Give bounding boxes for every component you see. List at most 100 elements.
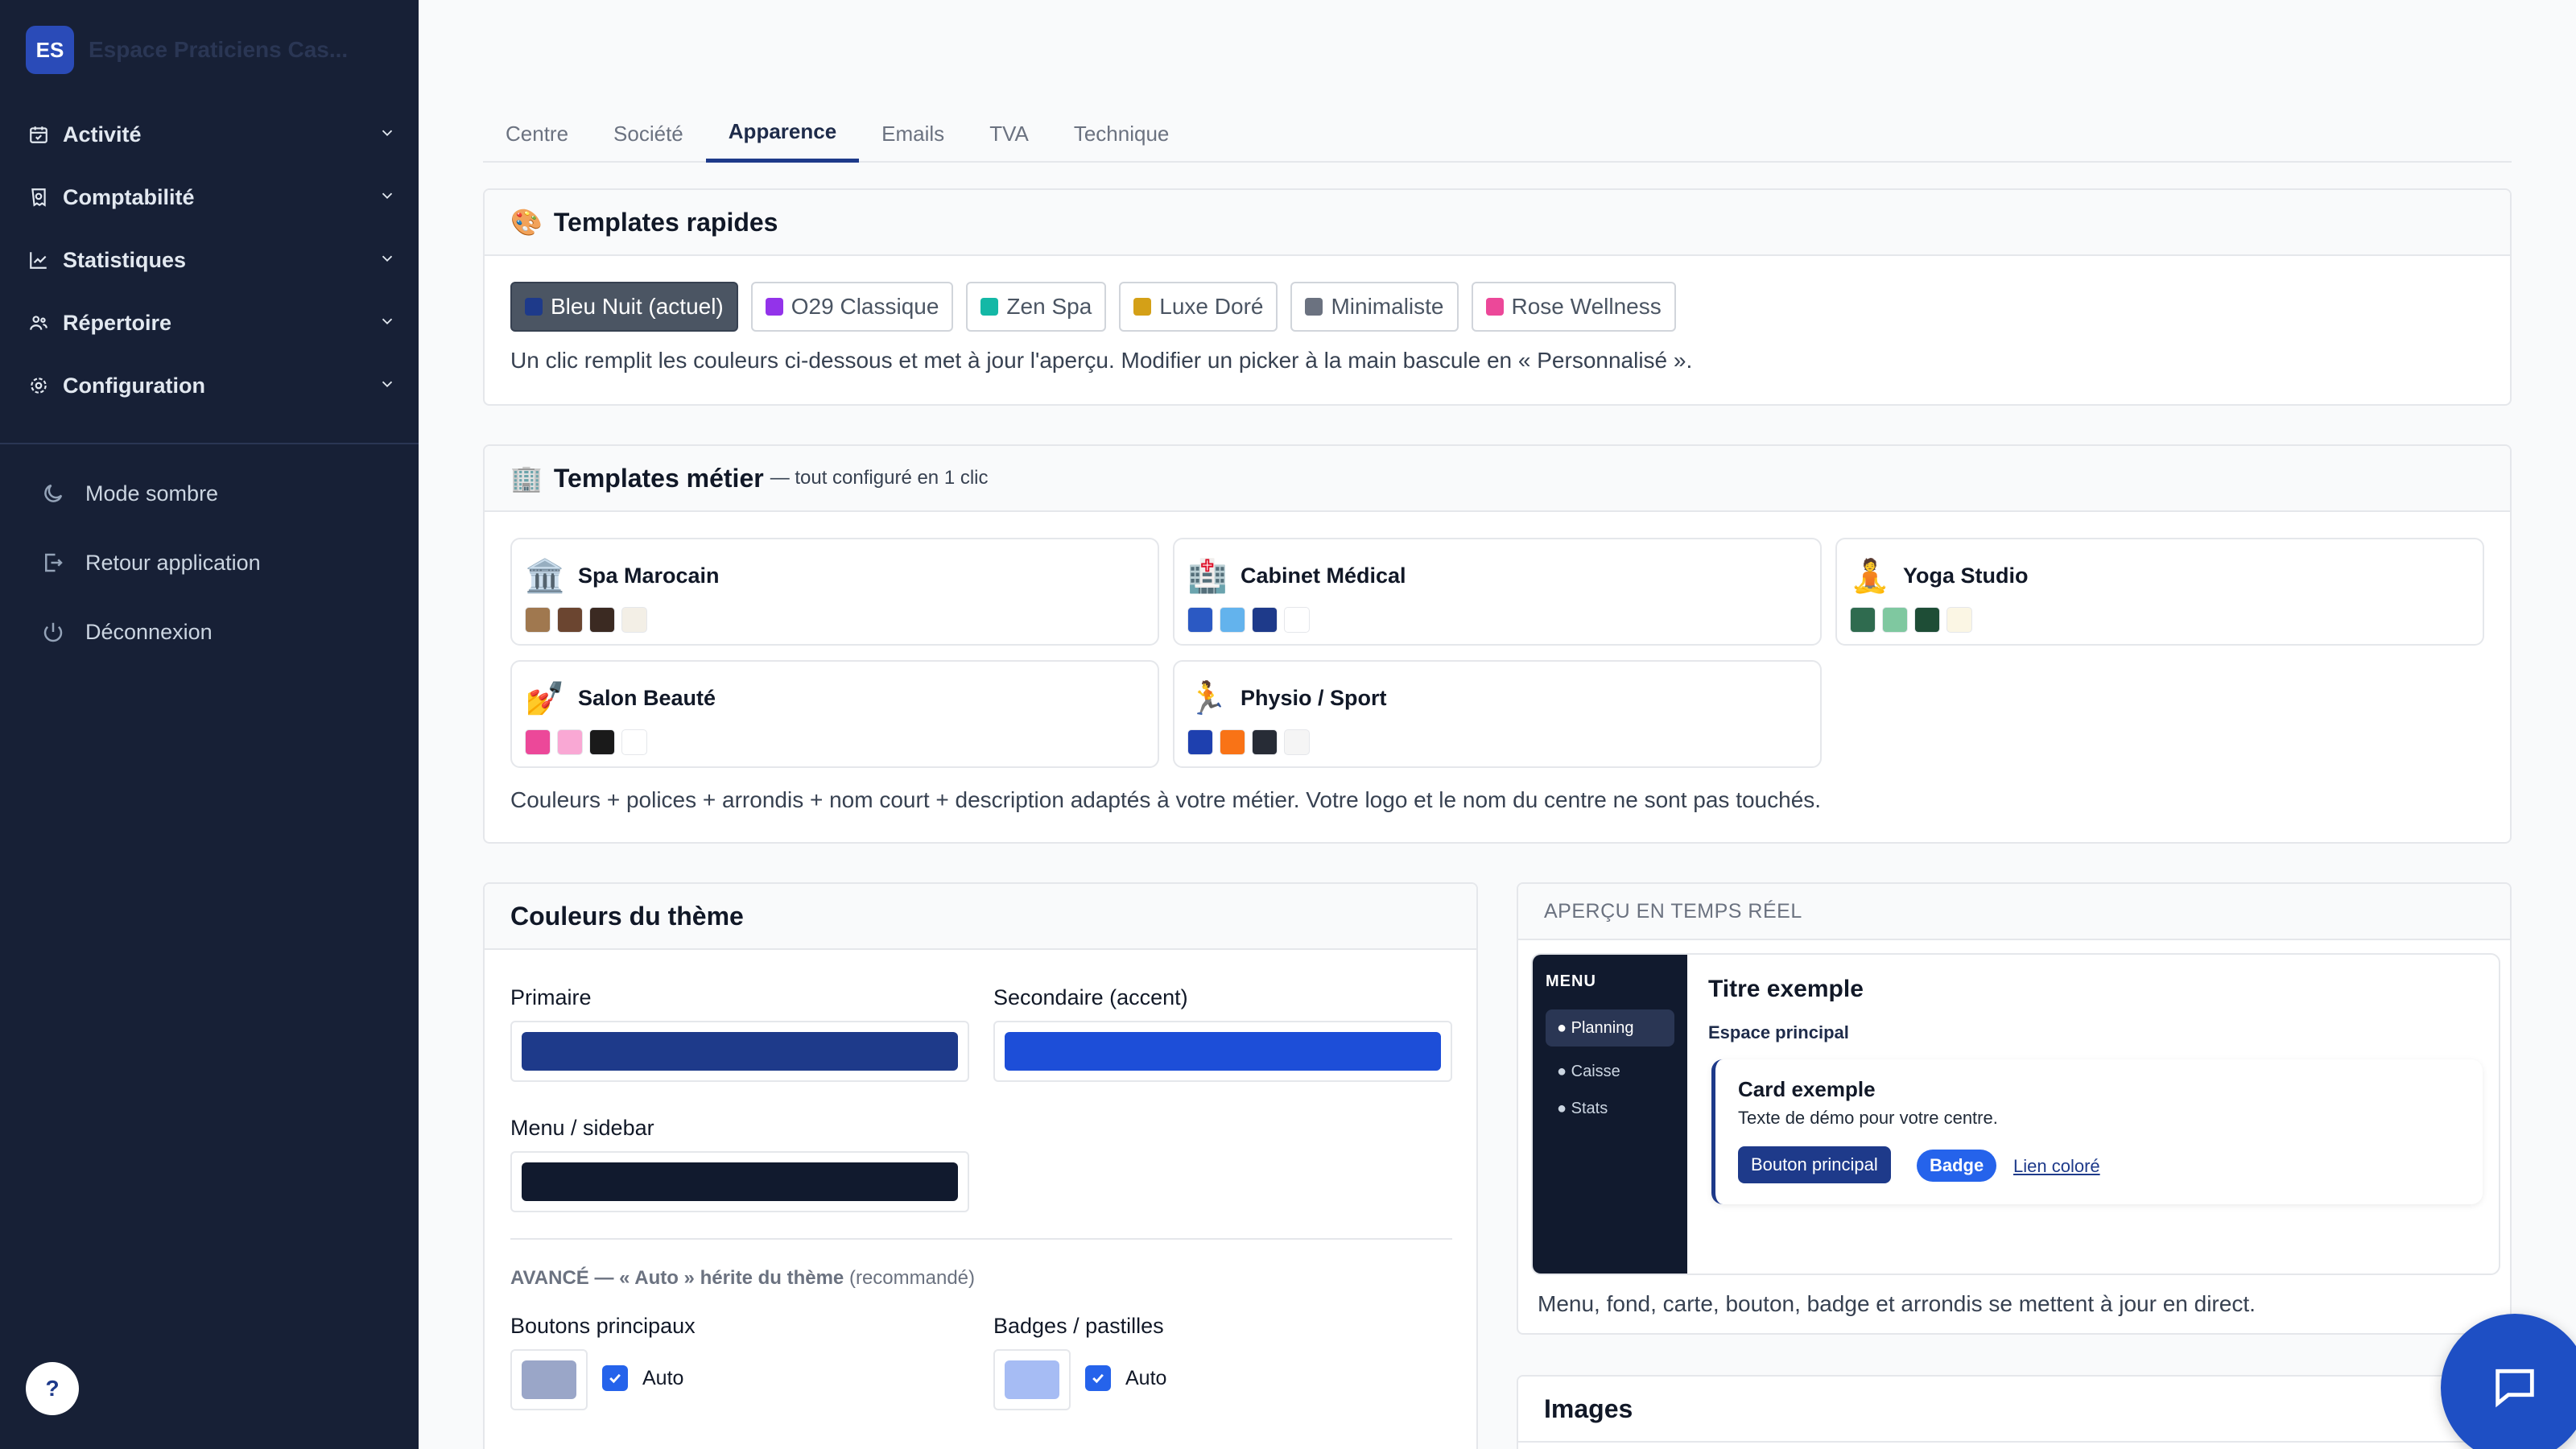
tab-centre[interactable]: Centre [483, 105, 591, 163]
yoga-icon: 🧘 [1850, 559, 1890, 594]
business-templates-header: 🏢 Templates métier — tout configuré en 1… [485, 446, 2510, 512]
images-title: Images [1544, 1393, 1633, 1423]
buttons-color-picker[interactable] [510, 1349, 588, 1410]
sidebar-item-comptabilite[interactable]: Comptabilité [26, 166, 396, 229]
chevron-down-icon [378, 248, 396, 273]
color-swatch [589, 607, 615, 633]
template-chip-bleu-nuit[interactable]: Bleu Nuit (actuel) [510, 282, 738, 332]
template-chip-label: O29 Classique [791, 294, 939, 319]
badges-color-label: Badges / pastilles [993, 1314, 1164, 1338]
color-swatch [621, 729, 647, 755]
theme-colors-title: Couleurs du thème [510, 901, 744, 931]
sidebar-nav: Activité Comptabilité Statistiques Réper… [26, 103, 396, 417]
badges-auto-checkbox[interactable]: Auto [1085, 1365, 1166, 1391]
moon-icon [39, 479, 68, 508]
sidebar-item-repertoire[interactable]: Répertoire [26, 291, 396, 354]
preview-link: Lien coloré [2013, 1156, 2100, 1176]
quick-templates-header: 🎨 Templates rapides [485, 190, 2510, 256]
business-template-physio-sport[interactable]: 🏃 Physio / Sport [1173, 660, 1822, 768]
brand[interactable]: ES Espace Praticiens Cas... [26, 26, 362, 74]
secondary-color-label: Secondaire (accent) [993, 985, 1188, 1009]
brand-logo: ES [26, 26, 74, 74]
preview-primary-button: Bouton principal [1738, 1146, 1891, 1183]
section-divider [510, 1238, 1452, 1240]
color-swatch [557, 729, 583, 755]
preview-menu-title: MENU [1546, 972, 1596, 990]
business-template-name: Spa Marocain [578, 564, 720, 588]
business-template-name: Salon Beauté [578, 686, 716, 710]
dark-mode-label: Mode sombre [85, 481, 219, 506]
business-template-name: Cabinet Médical [1241, 564, 1406, 588]
template-chip-label: Bleu Nuit (actuel) [551, 294, 724, 319]
template-chip-minimaliste[interactable]: Minimaliste [1290, 282, 1459, 332]
template-chip-label: Minimaliste [1331, 294, 1444, 319]
sidebar-footer: Mode sombre Retour application Déconnexi… [39, 459, 393, 667]
quick-templates-list: Bleu Nuit (actuel) O29 Classique Zen Spa… [510, 282, 1689, 332]
badges-color-fill [1005, 1360, 1059, 1399]
line-chart-icon [26, 247, 52, 273]
quick-templates-help: Un clic remplit les couleurs ci-dessous … [510, 348, 1693, 373]
preview-card: Card exemple Texte de démo pour votre ce… [1711, 1059, 2483, 1204]
template-chip-zen-spa[interactable]: Zen Spa [966, 282, 1107, 332]
tab-societe[interactable]: Société [591, 105, 706, 163]
power-icon [39, 617, 68, 646]
sidebar: ES Espace Praticiens Cas... Activité Com… [0, 0, 419, 1449]
preview-title: Titre exemple [1708, 976, 1864, 1002]
template-chip-rose-wellness[interactable]: Rose Wellness [1471, 282, 1676, 332]
primary-color-fill [522, 1032, 958, 1071]
primary-color-picker[interactable] [510, 1021, 969, 1082]
chevron-down-icon [378, 311, 396, 336]
business-template-spa-marocain[interactable]: 🏛️ Spa Marocain [510, 538, 1159, 646]
logout-button[interactable]: Déconnexion [39, 597, 393, 667]
color-swatch [1187, 607, 1213, 633]
business-template-cabinet-medical[interactable]: 🏥 Cabinet Médical [1173, 538, 1822, 646]
secondary-color-picker[interactable] [993, 1021, 1452, 1082]
template-chip-label: Zen Spa [1006, 294, 1092, 319]
preview-subtitle: Espace principal [1708, 1022, 1849, 1042]
tab-technique[interactable]: Technique [1051, 105, 1192, 163]
template-swatch [1305, 298, 1323, 316]
logout-label: Déconnexion [85, 619, 213, 644]
chat-icon [2489, 1360, 2541, 1416]
preview-menu-item: ● Caisse [1557, 1062, 1620, 1080]
back-to-app-link[interactable]: Retour application [39, 528, 393, 597]
sidebar-item-configuration[interactable]: Configuration [26, 354, 396, 417]
preview-menu-item: ● Stats [1557, 1099, 1608, 1117]
sidebar-color-fill [522, 1162, 958, 1201]
help-button[interactable]: ? [26, 1362, 79, 1415]
template-chip-o29-classique[interactable]: O29 Classique [750, 282, 954, 332]
dark-mode-toggle[interactable]: Mode sombre [39, 459, 393, 528]
sidebar-item-activite[interactable]: Activité [26, 103, 396, 166]
main-content: Centre Société Apparence Emails TVA Tech… [483, 0, 2512, 1449]
business-template-swatches [1850, 607, 1979, 633]
tab-apparence[interactable]: Apparence [705, 105, 860, 163]
template-chip-label: Rose Wellness [1511, 294, 1662, 319]
template-chip-label: Luxe Doré [1159, 294, 1264, 319]
buttons-auto-checkbox[interactable]: Auto [602, 1365, 683, 1391]
sidebar-item-label: Comptabilité [63, 184, 195, 209]
sidebar-color-picker[interactable] [510, 1151, 969, 1212]
chevron-down-icon [378, 122, 396, 147]
secondary-color-fill [1005, 1032, 1441, 1071]
template-chip-luxe-dore[interactable]: Luxe Doré [1119, 282, 1278, 332]
badges-color-picker[interactable] [993, 1349, 1071, 1410]
template-swatch [765, 298, 783, 316]
sidebar-item-label: Activité [63, 122, 142, 147]
tab-tva[interactable]: TVA [967, 105, 1051, 163]
business-template-swatches [1187, 607, 1316, 633]
sidebar-item-label: Configuration [63, 373, 205, 398]
advanced-note: AVANCÉ — « Auto » hérite du thème (recom… [510, 1267, 975, 1290]
sidebar-divider [0, 443, 419, 444]
images-header: Images [1518, 1377, 2510, 1443]
live-preview-card: APERÇU EN TEMPS RÉEL MENU ● Planning ● C… [1517, 882, 2512, 1335]
color-swatch [1284, 729, 1310, 755]
tab-emails[interactable]: Emails [859, 105, 967, 163]
live-preview-help: Menu, fond, carte, bouton, badge et arro… [1538, 1291, 2256, 1316]
preview-card-desc: Texte de démo pour votre centre. [1738, 1108, 1998, 1128]
palette-icon: 🎨 [510, 208, 543, 237]
sidebar-item-statistiques[interactable]: Statistiques [26, 229, 396, 291]
theme-colors-header: Couleurs du thème [485, 884, 1476, 950]
gear-icon [26, 373, 52, 398]
business-template-salon-beaute[interactable]: 💅 Salon Beauté [510, 660, 1159, 768]
business-template-yoga-studio[interactable]: 🧘 Yoga Studio [1835, 538, 2484, 646]
